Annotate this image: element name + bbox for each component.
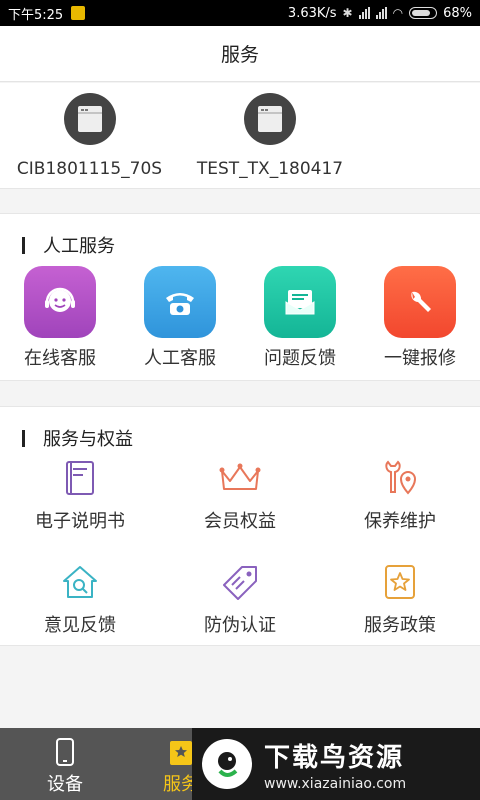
- tab-device[interactable]: 设备: [0, 728, 130, 800]
- member-rights-button[interactable]: 会员权益: [160, 459, 320, 533]
- policy-star-icon: [320, 563, 480, 601]
- network-speed: 3.63K/s: [287, 5, 337, 21]
- device-list: CIB1801115_70S TEST_TX_180417: [0, 83, 480, 189]
- phone-icon: [0, 728, 130, 766]
- manual-icon: [0, 459, 160, 497]
- tile-label: 一键报修: [384, 348, 456, 369]
- section-title: 服务与权益: [22, 425, 133, 451]
- tag-icon: [160, 563, 320, 601]
- item-label: 会员权益: [204, 511, 276, 532]
- watermark-title: 下载鸟资源: [264, 742, 405, 773]
- telephone-icon: [144, 266, 216, 338]
- device-name: CIB1801115_70S: [16, 159, 163, 179]
- online-support-button[interactable]: 在线客服: [0, 266, 120, 370]
- tile-label: 问题反馈: [264, 348, 336, 369]
- page-title: 服务: [220, 44, 259, 66]
- feedback-house-icon: [0, 563, 160, 601]
- bird-logo-icon: [202, 739, 252, 789]
- crown-icon: [160, 459, 320, 497]
- tile-label: 在线客服: [24, 348, 96, 369]
- item-label: 保养维护: [364, 511, 436, 532]
- service-policy-button[interactable]: 服务政策: [320, 563, 480, 637]
- watermark-url: www.xiazainiao.com: [264, 775, 407, 792]
- mail-icon: [264, 266, 336, 338]
- home-icon: [71, 6, 86, 20]
- human-service-section: 人工服务 在线客服 人工客服 问题反馈 一键报修: [0, 213, 480, 381]
- battery-level: 68%: [443, 5, 472, 21]
- signal-icon: [358, 7, 370, 19]
- device-item[interactable]: CIB1801115_70S: [12, 93, 167, 179]
- item-label: 意见反馈: [44, 615, 116, 636]
- anti-counterfeit-button[interactable]: 防伪认证: [160, 563, 320, 637]
- wifi-icon: ◠: [392, 6, 404, 20]
- problem-feedback-button[interactable]: 问题反馈: [240, 266, 360, 370]
- item-label: 电子说明书: [35, 511, 125, 532]
- page-title-bar: 服务: [0, 26, 480, 82]
- feedback-button[interactable]: 意见反馈: [0, 563, 160, 637]
- signal-icon: [375, 7, 387, 19]
- maintenance-button[interactable]: 保养维护: [320, 459, 480, 533]
- status-bar: 下午5:25 3.63K/s ✱ ◠ 68%: [0, 0, 480, 26]
- item-label: 防伪认证: [204, 615, 276, 636]
- human-support-button[interactable]: 人工客服: [120, 266, 240, 370]
- e-manual-button[interactable]: 电子说明书: [0, 459, 160, 533]
- section-title: 人工服务: [22, 232, 115, 258]
- headset-icon: [24, 266, 96, 338]
- item-label: 服务政策: [364, 615, 436, 636]
- device-item[interactable]: TEST_TX_180417: [190, 93, 350, 179]
- service-rights-section: 服务与权益 电子说明书 会员权益 保养维护 意见反馈 防伪认证 服务政策: [0, 406, 480, 646]
- device-name: TEST_TX_180417: [196, 159, 344, 179]
- tile-label: 人工客服: [144, 348, 216, 369]
- device-icon: [244, 93, 296, 145]
- device-icon: [63, 93, 116, 145]
- one-click-repair-button[interactable]: 一键报修: [360, 266, 480, 370]
- battery-icon: [409, 7, 438, 19]
- bluetooth-icon: ✱: [342, 6, 353, 20]
- status-time: 下午5:25: [8, 7, 64, 23]
- watermark-banner: 下载鸟资源 www.xiazainiao.com: [192, 728, 480, 800]
- tab-label: 设备: [47, 774, 83, 795]
- maintenance-icon: [320, 459, 480, 497]
- wrench-icon: [384, 266, 456, 338]
